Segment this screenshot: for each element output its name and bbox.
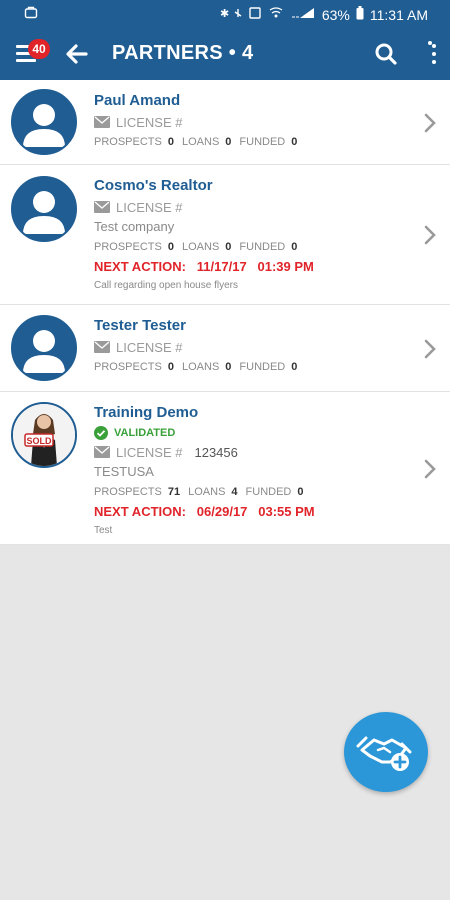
chevron-right-icon — [424, 339, 436, 358]
partner-name: Training Demo — [94, 404, 199, 421]
chevron-right-icon — [424, 113, 436, 132]
partner-card[interactable]: Tester Tester LICENSE # PROSPECTS 0 LOANS… — [0, 305, 450, 392]
prospects-count: 0 — [167, 136, 174, 148]
svg-text:✱: ✱ — [220, 7, 231, 20]
person-icon — [23, 191, 65, 234]
action-note: Call regarding open house flyers — [94, 280, 238, 291]
license-label: LICENSE # — [116, 199, 183, 215]
loans-count: 0 — [225, 241, 232, 253]
prospects-label: PROSPECTS — [94, 241, 162, 253]
loans-count: 4 — [231, 486, 238, 498]
validated-label: VALIDATED — [114, 427, 176, 439]
partner-stats: PROSPECTS 71 LOANS 4 FUNDED 0 — [94, 482, 410, 502]
person-icon — [23, 104, 65, 147]
mail-icon — [94, 446, 110, 458]
loans-label: LOANS — [188, 486, 226, 498]
prospects-count: 0 — [167, 241, 174, 253]
mail-icon — [94, 116, 110, 128]
chevron-right-icon — [424, 459, 436, 478]
prospects-label: PROSPECTS — [94, 361, 162, 373]
battery-icon — [356, 6, 364, 23]
avatar — [11, 176, 77, 242]
avatar-photo: SOLD — [11, 402, 77, 468]
mail-icon — [94, 341, 110, 353]
funded-count: 0 — [291, 361, 298, 373]
more-vert-icon — [428, 41, 436, 64]
validated-status: VALIDATED — [94, 424, 410, 442]
app-bar: 40 PARTNERS • 4 — [0, 28, 450, 80]
loans-label: LOANS — [181, 136, 220, 148]
mail-icon — [94, 201, 110, 213]
license-label: LICENSE # — [116, 339, 183, 355]
add-partner-button[interactable] — [344, 712, 428, 792]
partner-name: Tester Tester — [94, 317, 186, 334]
prospects-count: 71 — [167, 486, 181, 498]
license-label: LICENSE # — [116, 114, 183, 130]
sold-sign-text: SOLD — [26, 436, 52, 446]
prospects-count: 0 — [167, 361, 174, 373]
bag-icon — [24, 5, 38, 22]
funded-label: FUNDED — [245, 486, 292, 498]
partner-stats: PROSPECTS 0 LOANS 0 FUNDED 0 — [94, 132, 410, 152]
notification-badge: 40 — [28, 39, 50, 59]
next-action: NEXT ACTION: 06/29/17 03:55 PM — [94, 504, 315, 519]
realtor-photo: SOLD — [13, 404, 75, 466]
license-value: 123456 — [194, 444, 238, 460]
person-icon — [23, 330, 65, 373]
more-options-button[interactable] — [424, 41, 436, 67]
partner-card[interactable]: SOLD Training Demo VALIDATED LICENSE # 1… — [0, 392, 450, 545]
loans-label: LOANS — [181, 361, 220, 373]
funded-label: FUNDED — [239, 361, 286, 373]
avatar — [11, 89, 77, 155]
funded-label: FUNDED — [239, 136, 286, 148]
battery-percent: 63% — [321, 6, 350, 23]
partner-name: Paul Amand — [94, 92, 181, 109]
prospects-label: PROSPECTS — [94, 486, 162, 498]
search-icon — [375, 43, 397, 65]
next-action: NEXT ACTION: 11/17/17 01:39 PM — [94, 259, 314, 274]
check-circle-icon — [94, 426, 108, 440]
search-button[interactable] — [374, 42, 398, 66]
funded-label: FUNDED — [239, 241, 286, 253]
status-bar: ✱ 63% 11:31 AM — [0, 0, 450, 28]
prospects-label: PROSPECTS — [94, 136, 162, 148]
license-label: LICENSE # — [116, 444, 183, 460]
partner-stats: PROSPECTS 0 LOANS 0 FUNDED 0 — [94, 357, 410, 377]
action-note: Test — [94, 525, 113, 536]
partner-stats: PROSPECTS 0 LOANS 0 FUNDED 0 — [94, 237, 410, 257]
partner-card[interactable]: Cosmo's Realtor LICENSE # Test company P… — [0, 165, 450, 305]
partner-name: Cosmo's Realtor — [94, 177, 213, 194]
avatar — [11, 315, 77, 381]
funded-count: 0 — [291, 241, 298, 253]
company-name: TESTUSA — [94, 464, 154, 479]
company-name: Test company — [94, 219, 175, 234]
page-title: PARTNERS • 4 — [112, 42, 254, 64]
loans-label: LOANS — [181, 241, 220, 253]
partner-list: Paul Amand LICENSE # PROSPECTS 0 LOANS 0 F… — [0, 80, 450, 545]
back-button[interactable] — [64, 40, 90, 68]
funded-count: 0 — [297, 486, 304, 498]
chevron-right-icon — [424, 225, 436, 245]
back-arrow-icon — [66, 44, 88, 64]
loans-count: 0 — [225, 361, 232, 373]
status-icons: ✱ — [220, 6, 316, 23]
funded-count: 0 — [291, 136, 298, 148]
loans-count: 0 — [225, 136, 232, 148]
clock: 11:31 AM — [369, 6, 428, 23]
handshake-add-icon — [356, 736, 412, 771]
partner-card[interactable]: Paul Amand LICENSE # PROSPECTS 0 LOANS 0 F… — [0, 80, 450, 165]
